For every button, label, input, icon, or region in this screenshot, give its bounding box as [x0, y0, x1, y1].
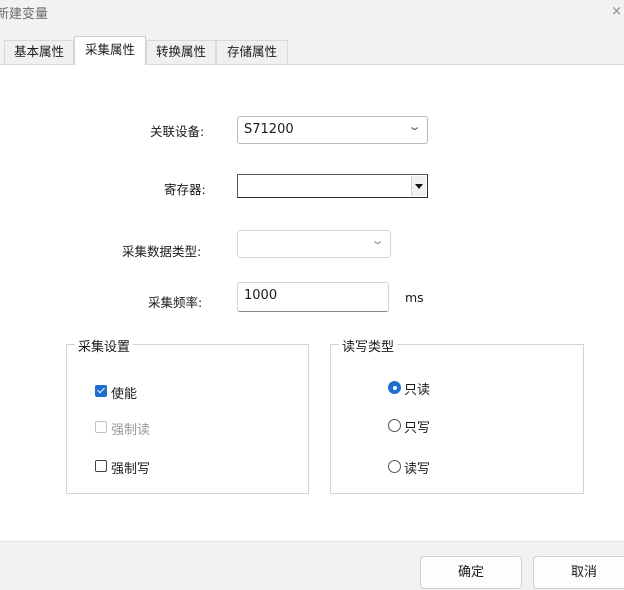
title-bar: 新建变量 × [0, 0, 624, 32]
dialog-footer: 确定 取消 [0, 541, 624, 590]
chevron-down-icon: ⌄ [407, 120, 422, 133]
rw-type-title: 读写类型 [339, 336, 398, 355]
data-type-label: 采集数据类型: [122, 244, 202, 259]
radio-selected-icon [388, 381, 401, 394]
checkbox-icon [95, 421, 107, 433]
rw-type-group: 读写类型 只读 只写 读写 [330, 336, 584, 494]
tab-storage-properties[interactable]: 存储属性 [216, 40, 288, 64]
read-write-label: 读写 [404, 462, 431, 477]
frequency-unit: ms [405, 290, 424, 305]
device-select[interactable]: S71200 ⌄ [237, 116, 428, 144]
tab-conversion-properties[interactable]: 转换属性 [146, 40, 216, 64]
chevron-down-icon: ⌄ [370, 234, 385, 247]
checkbox-icon [95, 460, 107, 472]
collect-settings-group: 采集设置 使能 强制读 强制写 [66, 336, 309, 494]
register-select[interactable] [237, 174, 428, 198]
enable-label: 使能 [111, 387, 138, 402]
radio-icon [388, 419, 401, 432]
frequency-input[interactable]: 1000 [237, 282, 389, 312]
frequency-value: 1000 [244, 288, 278, 303]
close-icon[interactable]: × [611, 4, 622, 19]
write-only-label: 只写 [404, 421, 431, 436]
read-only-label: 只读 [404, 383, 431, 398]
register-dropdown-button[interactable] [411, 176, 426, 196]
register-label: 寄存器: [164, 182, 206, 197]
device-value: S71200 [244, 122, 294, 137]
checkbox-checked-icon [95, 385, 107, 397]
radio-icon [388, 460, 401, 473]
triangle-down-icon [415, 184, 423, 189]
tab-content: 关联设备: S71200 ⌄ 寄存器: 采集数据类型: ⌄ 采集频率: 1000… [0, 65, 624, 541]
tab-strip: 基本属性 采集属性 转换属性 存储属性 [0, 32, 624, 65]
device-label: 关联设备: [150, 124, 205, 139]
cancel-button[interactable]: 取消 [533, 556, 624, 589]
tab-basic-properties[interactable]: 基本属性 [4, 40, 74, 64]
force-write-label: 强制写 [111, 462, 151, 477]
frequency-label: 采集频率: [148, 295, 203, 310]
ok-button[interactable]: 确定 [420, 556, 522, 589]
window-title: 新建变量 [0, 7, 49, 22]
tab-collection-properties[interactable]: 采集属性 [74, 36, 146, 65]
data-type-select[interactable]: ⌄ [237, 230, 391, 258]
collect-settings-title: 采集设置 [75, 336, 134, 355]
force-read-label: 强制读 [111, 423, 151, 438]
